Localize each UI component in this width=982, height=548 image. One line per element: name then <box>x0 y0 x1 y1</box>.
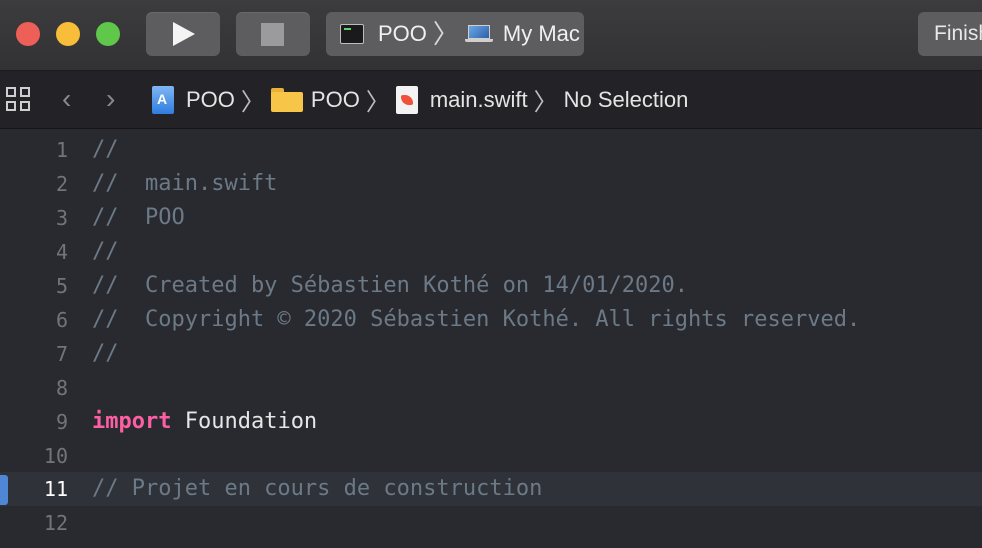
window-toolbar: POO 〉 My Mac Finished running POO <box>0 0 982 71</box>
chevron-right-icon: 〉 <box>365 89 390 116</box>
module-name: Foundation <box>171 409 318 434</box>
code-line[interactable]: 8 <box>0 371 982 405</box>
code-line[interactable]: 1 // <box>0 133 982 167</box>
breadcrumb-project[interactable]: POO <box>186 87 235 113</box>
breadcrumb-group[interactable]: POO <box>311 87 360 113</box>
forward-arrow-icon[interactable]: › <box>106 85 115 113</box>
line-number: 8 <box>55 376 68 400</box>
scheme-name[interactable]: POO <box>378 21 427 47</box>
code-line[interactable]: 4 // <box>0 235 982 269</box>
chevron-right-icon: 〉 <box>432 19 459 49</box>
chevron-right-icon: 〉 <box>240 89 265 116</box>
code-comment: // <box>92 341 119 366</box>
breadcrumb-file[interactable]: main.swift <box>430 87 528 113</box>
activity-status: Finished running POO <box>918 12 982 56</box>
code-line[interactable]: 5 // Created by Sébastien Kothé on 14/01… <box>0 269 982 303</box>
code-comment: // main.swift <box>92 171 278 196</box>
related-items-icon[interactable] <box>6 87 32 113</box>
mac-laptop-icon <box>464 25 493 43</box>
breadcrumb: POO 〉 POO 〉 main.swift 〉 No Selection <box>152 71 688 128</box>
code-line[interactable]: 2 // main.swift <box>0 167 982 201</box>
line-number: 5 <box>55 274 68 298</box>
minimize-window-button[interactable] <box>56 22 80 46</box>
line-number: 4 <box>55 240 68 264</box>
line-number: 6 <box>55 308 68 332</box>
close-window-button[interactable] <box>16 22 40 46</box>
line-number: 3 <box>55 206 68 230</box>
back-arrow-icon[interactable]: ‹ <box>62 85 71 113</box>
code-line[interactable]: 10 <box>0 439 982 473</box>
stop-button[interactable] <box>236 12 310 56</box>
project-icon <box>152 85 174 114</box>
current-code-line[interactable]: 11 // Projet en cours de construction <box>0 472 982 506</box>
run-button[interactable] <box>146 12 220 56</box>
jump-bar: ‹ › POO 〉 POO 〉 main.swift 〉 No Selectio… <box>0 71 982 129</box>
code-line[interactable]: 9 import Foundation <box>0 405 982 439</box>
scheme-selector[interactable]: POO 〉 My Mac <box>326 12 584 56</box>
source-editor[interactable]: 1 // 2 // main.swift 3 // POO 4 // 5 // … <box>0 129 982 548</box>
code-comment: // <box>92 239 119 264</box>
line-number: 1 <box>55 138 68 162</box>
swift-file-icon <box>395 85 418 114</box>
line-number: 10 <box>43 444 68 468</box>
stop-icon <box>261 23 284 46</box>
code-line[interactable]: 12 <box>0 506 982 540</box>
code-comment: // Copyright © 2020 Sébastien Kothé. All… <box>92 307 861 332</box>
chevron-right-icon: 〉 <box>533 89 558 116</box>
code-statement: import Foundation <box>92 405 317 439</box>
line-number: 12 <box>43 511 68 535</box>
code-line[interactable]: 7 // <box>0 337 982 371</box>
line-number: 11 <box>43 477 68 501</box>
code-line[interactable]: 6 // Copyright © 2020 Sébastien Kothé. A… <box>0 303 982 337</box>
terminal-app-icon <box>340 24 364 44</box>
run-destination[interactable]: My Mac <box>503 21 580 47</box>
code-comment: // Created by Sébastien Kothé on 14/01/2… <box>92 273 689 298</box>
code-comment: // POO <box>92 205 185 230</box>
line-number: 9 <box>55 410 68 434</box>
code-comment: // Projet en cours de construction <box>92 476 543 501</box>
keyword-import: import <box>92 409 172 434</box>
breadcrumb-symbol[interactable]: No Selection <box>564 87 689 113</box>
play-icon <box>173 22 195 46</box>
code-comment: // <box>92 137 119 162</box>
line-number: 2 <box>55 172 68 196</box>
code-line[interactable]: 3 // POO <box>0 201 982 235</box>
folder-icon <box>270 87 303 112</box>
zoom-window-button[interactable] <box>96 22 120 46</box>
line-number: 7 <box>55 342 68 366</box>
